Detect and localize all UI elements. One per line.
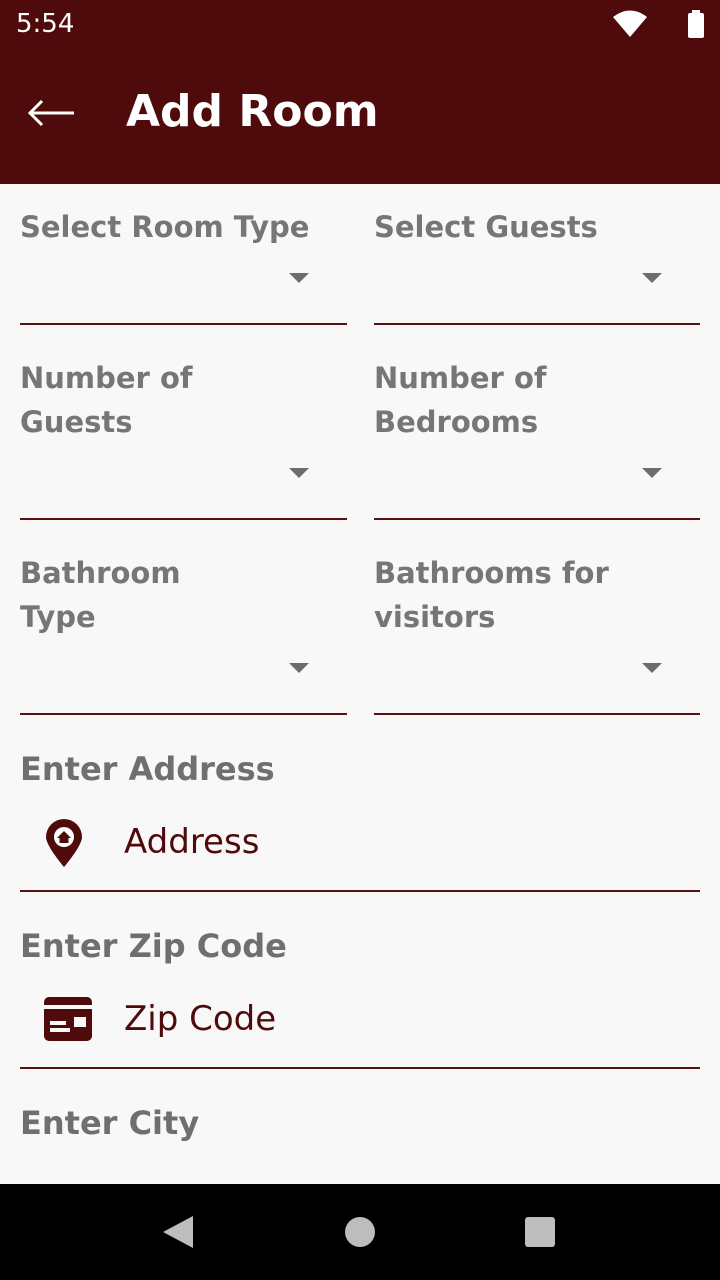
address-section-label: Enter Address (20, 750, 275, 788)
chevron-down-icon (642, 663, 662, 673)
page-title: Add Room (126, 86, 379, 137)
chevron-down-icon (289, 273, 309, 283)
chevron-down-icon (289, 663, 309, 673)
number-of-guests-dropdown[interactable]: Number of Guests (20, 325, 347, 520)
nav-home-icon[interactable] (345, 1217, 375, 1247)
chevron-down-icon (642, 468, 662, 478)
app-bar: Add Room (0, 48, 720, 184)
address-field[interactable] (20, 792, 700, 892)
zip-section-label: Enter Zip Code (20, 927, 287, 965)
bathrooms-for-visitors-dropdown[interactable]: Bathrooms for visitors (374, 520, 700, 715)
nav-recents-icon[interactable] (525, 1217, 555, 1247)
address-input[interactable] (124, 822, 664, 862)
id-card-icon (44, 997, 92, 1041)
zip-input[interactable] (124, 999, 664, 1039)
chevron-down-icon (642, 273, 662, 283)
home-location-icon (46, 819, 82, 867)
add-room-form: Select Room Type Select Guests Number of… (0, 184, 720, 1184)
wifi-icon (613, 10, 647, 37)
status-bar: 5:54 (0, 0, 720, 48)
nav-back-icon[interactable] (163, 1216, 193, 1248)
bathroom-type-label: Bathroom Type (20, 556, 181, 634)
room-type-label: Select Room Type (20, 210, 310, 244)
room-type-dropdown[interactable]: Select Room Type (20, 184, 347, 325)
status-time: 5:54 (16, 9, 75, 39)
guests-label: Select Guests (374, 210, 598, 244)
chevron-down-icon (289, 468, 309, 478)
number-of-guests-label: Number of Guests (20, 361, 193, 439)
back-arrow-icon[interactable] (24, 88, 80, 138)
city-section-label: Enter City (20, 1104, 200, 1142)
battery-icon (688, 10, 704, 38)
bathroom-type-dropdown[interactable]: Bathroom Type (20, 520, 347, 715)
guests-dropdown[interactable]: Select Guests (374, 184, 700, 325)
bathrooms-for-visitors-label: Bathrooms for visitors (374, 556, 609, 634)
number-of-bedrooms-label: Number of Bedrooms (374, 361, 547, 439)
zip-field[interactable] (20, 969, 700, 1069)
number-of-bedrooms-dropdown[interactable]: Number of Bedrooms (374, 325, 700, 520)
